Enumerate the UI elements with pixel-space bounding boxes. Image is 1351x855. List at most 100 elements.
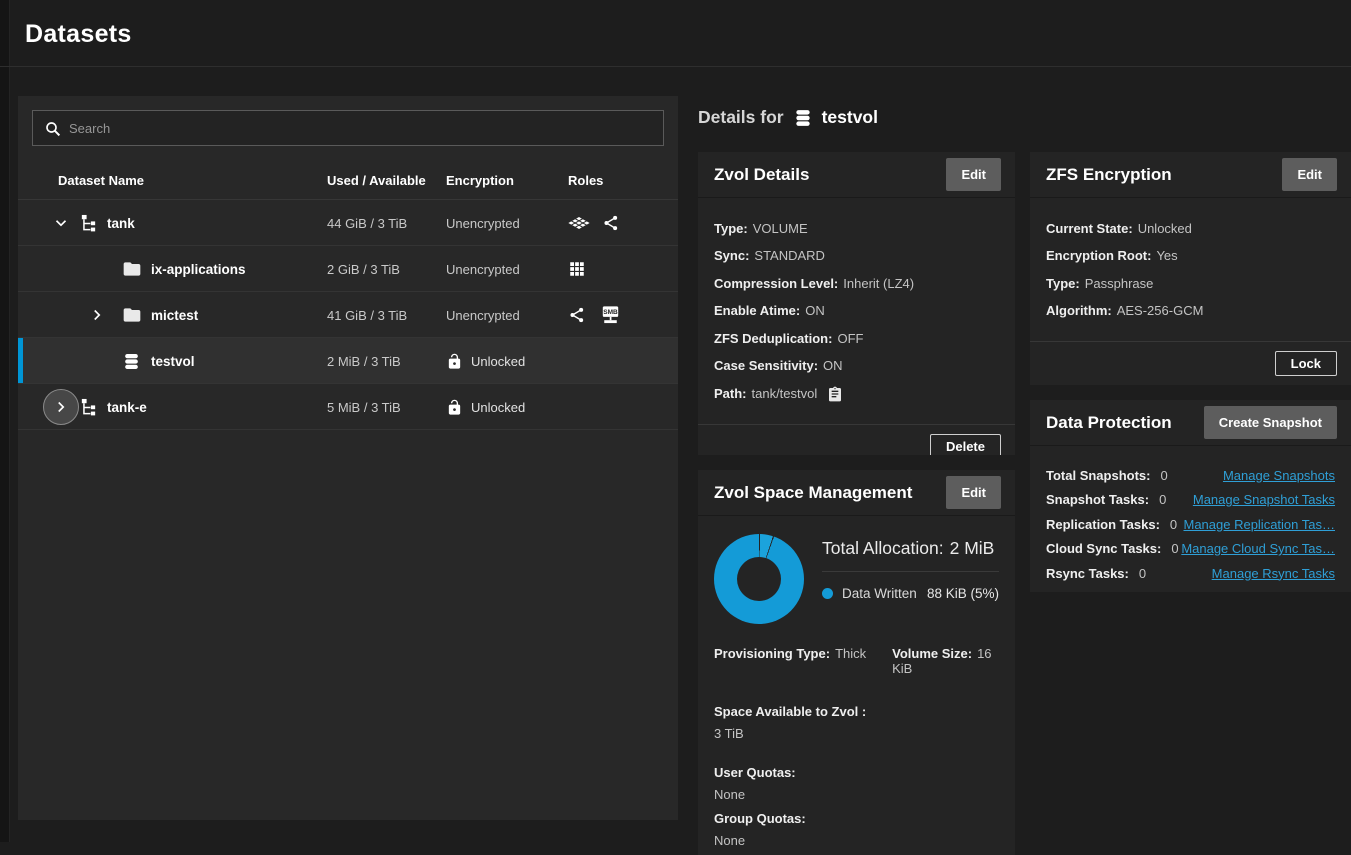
- field-value: Yes: [1156, 248, 1177, 263]
- manage-snapshots-link[interactable]: Manage Snapshots: [1223, 468, 1335, 483]
- copy-path-icon[interactable]: [827, 386, 843, 402]
- column-used-available: Used / Available: [327, 173, 426, 188]
- field-label: Path:: [714, 386, 747, 401]
- roles-cell: [568, 246, 586, 292]
- legend-dot-icon: [822, 588, 833, 599]
- details-heading: Details for testvol: [698, 107, 878, 128]
- apps-dataset-icon: [568, 212, 590, 234]
- field-value: ON: [823, 358, 843, 373]
- card-title: Zvol Space Management: [714, 483, 912, 503]
- used-available: 5 MiB / 3 TiB: [327, 384, 401, 430]
- zfs-encryption-card: ZFS Encryption Edit Current State: Unlock…: [1030, 152, 1351, 385]
- total-allocation: Total Allocation:2 MiB: [822, 538, 999, 559]
- used-available: 2 MiB / 3 TiB: [327, 338, 401, 384]
- dataset-root-icon: [79, 200, 98, 246]
- field-value: ON: [805, 303, 825, 318]
- edit-button[interactable]: Edit: [946, 476, 1001, 509]
- data-protection-card: Data Protection Create Snapshot Total Sn…: [1030, 400, 1351, 592]
- manage-cloud-sync-tasks-link[interactable]: Manage Cloud Sync Tas…: [1181, 541, 1335, 556]
- field-value: OFF: [837, 331, 863, 346]
- expand-toggle[interactable]: [51, 200, 71, 246]
- table-row-testvol[interactable]: testvol 2 MiB / 3 TiB Unlocked: [18, 338, 678, 384]
- svg-text:SMB: SMB: [603, 309, 618, 316]
- folder-icon: [122, 292, 142, 338]
- used-available: 44 GiB / 3 TiB: [327, 200, 407, 246]
- datasets-panel: Dataset Name Used / Available Encryption…: [18, 96, 678, 820]
- share-icon: [602, 214, 620, 232]
- search-icon: [44, 120, 62, 138]
- expand-toggle[interactable]: [87, 292, 107, 338]
- field-label: Case Sensitivity:: [714, 358, 818, 373]
- search-box: [32, 110, 664, 146]
- zvol-icon: [793, 108, 813, 128]
- table-header: Dataset Name Used / Available Encryption…: [18, 160, 678, 200]
- manage-rsync-tasks-link[interactable]: Manage Rsync Tasks: [1212, 566, 1335, 581]
- field-label: ZFS Deduplication:: [714, 331, 832, 346]
- field-label: Encryption Root:: [1046, 248, 1151, 263]
- dataset-name: mictest: [151, 292, 198, 338]
- header-divider: [0, 66, 1351, 67]
- search-input[interactable]: [33, 111, 663, 145]
- zvol-path: tank/testvol: [752, 386, 818, 401]
- card-title: ZFS Encryption: [1046, 165, 1172, 185]
- dp-row-cloud-sync-tasks: Cloud Sync Tasks:0 Manage Cloud Sync Tas…: [1046, 541, 1335, 556]
- field-label: Algorithm:: [1046, 303, 1112, 318]
- page-title: Datasets: [25, 20, 132, 49]
- field-value: Inherit (LZ4): [843, 276, 914, 291]
- column-roles: Roles: [568, 173, 603, 188]
- chevron-right-icon: [87, 306, 107, 324]
- smb-share-icon: SMB: [598, 303, 623, 327]
- roles-cell: [568, 200, 620, 246]
- lock-open-icon: [446, 399, 463, 416]
- dataset-name: tank-e: [107, 384, 147, 430]
- table-row-ix-applications[interactable]: ix-applications 2 GiB / 3 TiB Unencrypte…: [18, 246, 678, 292]
- zvol-details-card: Zvol Details Edit Type:VOLUME Sync:STAND…: [698, 152, 1015, 455]
- create-snapshot-button[interactable]: Create Snapshot: [1204, 406, 1337, 439]
- field-value: AES-256-GCM: [1117, 303, 1204, 318]
- field-label: Enable Atime:: [714, 303, 800, 318]
- field-value: STANDARD: [754, 248, 825, 263]
- details-prefix: Details for: [698, 107, 784, 128]
- lock-open-icon: [446, 353, 463, 370]
- field-label: Sync:: [714, 248, 749, 263]
- table-row-tank-e[interactable]: tank-e 5 MiB / 3 TiB Unlocked: [18, 384, 678, 430]
- legend-data-written: Data Written 88 KiB (5%): [822, 586, 999, 601]
- manage-snapshot-tasks-link[interactable]: Manage Snapshot Tasks: [1193, 492, 1335, 507]
- dp-row-replication-tasks: Replication Tasks:0 Manage Replication T…: [1046, 517, 1335, 532]
- encryption-status: Unencrypted: [446, 246, 520, 292]
- used-available: 41 GiB / 3 TiB: [327, 292, 407, 338]
- folder-icon: [122, 246, 142, 292]
- field-label: Type:: [714, 221, 748, 236]
- table-row-mictest[interactable]: mictest 41 GiB / 3 TiB Unencrypted SMB: [18, 292, 678, 338]
- field-value: Passphrase: [1085, 276, 1154, 291]
- used-available: 2 GiB / 3 TiB: [327, 246, 400, 292]
- card-title: Data Protection: [1046, 413, 1172, 433]
- edit-button[interactable]: Edit: [946, 158, 1001, 191]
- space-donut-chart: [714, 534, 804, 624]
- encryption-status: Unlocked: [446, 338, 525, 384]
- field-label: Type:: [1046, 276, 1080, 291]
- field-value: Unlocked: [1138, 221, 1192, 236]
- chevron-right-circle-icon: [43, 389, 79, 425]
- collapsed-sidebar: [0, 0, 10, 842]
- delete-button[interactable]: Delete: [930, 434, 1001, 455]
- encryption-status: Unencrypted: [446, 200, 520, 246]
- dataset-name: ix-applications: [151, 246, 246, 292]
- manage-replication-tasks-link[interactable]: Manage Replication Tas…: [1183, 517, 1335, 532]
- quotas-block: User Quotas: None Group Quotas: None: [698, 755, 1015, 855]
- zvol-icon: [122, 338, 141, 384]
- apps-grid-icon: [568, 260, 586, 278]
- field-label: Current State:: [1046, 221, 1133, 236]
- share-icon: [568, 306, 586, 324]
- field-value: VOLUME: [753, 221, 808, 236]
- provisioning-line: Provisioning Type:Thick Volume Size:16 K…: [698, 632, 1015, 691]
- dp-row-rsync-tasks: Rsync Tasks:0 Manage Rsync Tasks: [1046, 566, 1335, 581]
- column-encryption: Encryption: [446, 173, 514, 188]
- expand-toggle[interactable]: [43, 384, 79, 430]
- column-dataset-name: Dataset Name: [58, 173, 144, 188]
- dataset-name: testvol: [151, 338, 195, 384]
- table-row-tank[interactable]: tank 44 GiB / 3 TiB Unencrypted: [18, 200, 678, 246]
- dp-row-snapshot-tasks: Snapshot Tasks:0 Manage Snapshot Tasks: [1046, 492, 1335, 507]
- edit-button[interactable]: Edit: [1282, 158, 1337, 191]
- lock-button[interactable]: Lock: [1275, 351, 1337, 376]
